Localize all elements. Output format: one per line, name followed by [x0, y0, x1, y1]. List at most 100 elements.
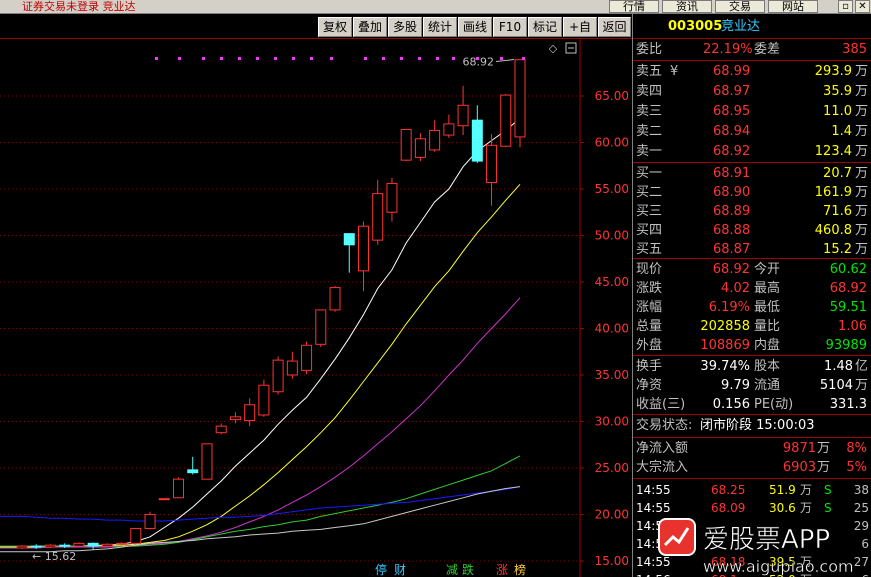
stat-value: 59.51: [829, 300, 867, 315]
stat-value: 60.62: [829, 262, 867, 277]
ask-volume: 293.9: [814, 64, 852, 79]
event-dot: [382, 57, 385, 60]
fundamental-unit: 亿: [854, 359, 868, 374]
candlestick-chart[interactable]: 65.00 60.00 55.00 50.00 45.00 40.00 35.00 30.00…: [0, 38, 632, 577]
mark-button[interactable]: 标记: [528, 17, 562, 37]
candle-body: [315, 309, 327, 345]
candle-body: [158, 498, 170, 501]
nav-website-button[interactable]: 网站: [768, 0, 818, 13]
candle: [258, 379, 270, 417]
ask-price: 68.92: [713, 144, 751, 159]
fundamental-value: 331.3: [829, 397, 867, 412]
stat-value: 68.92: [712, 262, 750, 277]
ask-volume: 123.4: [814, 144, 852, 159]
tick-volume: 51.9: [769, 483, 796, 497]
watermark-brand: 爱股票APP: [703, 525, 830, 555]
nav-news-button[interactable]: 资讯: [662, 0, 712, 13]
back-button[interactable]: 返回: [598, 17, 631, 37]
multi-stock-button[interactable]: 多股: [388, 17, 422, 37]
moving-average-line: [0, 183, 521, 548]
event-dot: [238, 57, 241, 60]
ask-volume-unit: 万: [854, 64, 868, 79]
bid-price: 68.90: [713, 185, 751, 200]
candle: [443, 114, 455, 138]
candle: [116, 542, 128, 546]
f10-button[interactable]: F10: [493, 17, 527, 37]
bid-volume: 161.9: [814, 185, 852, 200]
bid-price: 68.89: [713, 204, 751, 219]
nav-quotes-button[interactable]: 行情: [609, 0, 659, 13]
flow-percent: 5%: [846, 460, 867, 475]
event-marker: 榜: [514, 562, 526, 577]
y-tick-label: 50.00: [595, 229, 629, 243]
add-watchlist-button[interactable]: +自选: [563, 17, 597, 52]
candle: [500, 94, 512, 148]
y-tick-label: 35.00: [595, 368, 629, 382]
overlay-button[interactable]: 叠加: [353, 17, 387, 37]
restore-icon[interactable]: ▫: [838, 0, 853, 13]
draw-line-button[interactable]: 画线: [458, 17, 492, 37]
candle: [386, 177, 398, 222]
ask-row: 卖一 68.92 123.4 万: [633, 142, 871, 161]
event-dot: [436, 57, 439, 60]
ask-volume-unit: 万: [854, 84, 868, 99]
bid-label: 买五: [636, 242, 663, 257]
trade-state-label: 交易状态:: [636, 418, 693, 433]
fundamental-row: 净资 9.79 流通 5104 万: [633, 376, 871, 395]
fundamental-label: 股本: [754, 359, 781, 374]
flow-value: 9871: [782, 441, 816, 456]
candle-body: [372, 193, 384, 241]
bid-row: 买五 68.87 15.2 万: [633, 240, 871, 259]
stat-label: 涨幅: [636, 300, 663, 315]
order-ratio-row: 委比 22.19% 委差 385: [633, 40, 871, 59]
stat-value: 93989: [825, 338, 867, 353]
y-tick-label: 60.00: [595, 136, 629, 150]
candle-body: [286, 360, 298, 376]
ask-volume-unit: 万: [854, 144, 868, 159]
stat-label: 涨跌: [636, 281, 663, 296]
restore-rights-button[interactable]: 复权: [318, 17, 352, 37]
tick-row: 14:55 68.25 51.9 万 S 38: [633, 481, 871, 500]
candle-body: [73, 542, 85, 547]
capital-flow-row: 大宗流入 6903 万 5%: [633, 458, 871, 477]
chart-toolbar: 复权 叠加 多股 统计 画线 F10 标记 +自选 返回: [0, 16, 632, 52]
stat-row: 涨幅 6.19% 最低 59.51: [633, 298, 871, 317]
candle: [301, 341, 313, 375]
candle: [457, 85, 469, 136]
y-tick-label: 55.00: [595, 182, 629, 196]
stat-label: 量比: [754, 319, 781, 334]
moving-average-line: [0, 297, 521, 549]
stat-row: 总量 202858 量比 1.06: [633, 317, 871, 336]
bid-price: 68.91: [713, 166, 751, 181]
ask-volume: 11.0: [823, 104, 852, 119]
candle-body: [187, 469, 199, 474]
close-icon[interactable]: ✕: [855, 0, 870, 13]
bid-volume-unit: 万: [854, 166, 868, 181]
event-dot: [418, 57, 421, 60]
candle: [400, 128, 412, 162]
fundamental-unit: 万: [854, 378, 868, 393]
bid-label: 买三: [636, 204, 663, 219]
y-tick-label: 65.00: [595, 89, 629, 103]
ask-label: 卖一: [636, 144, 663, 159]
candle-body: [201, 443, 213, 480]
ask-price: 68.95: [713, 104, 751, 119]
stock-code: 003005: [668, 19, 723, 34]
tick-price: 68.25: [711, 483, 746, 497]
bid-price: 68.88: [713, 223, 751, 238]
candle-body: [486, 144, 498, 183]
y-tick-label: 30.00: [595, 415, 629, 429]
candle: [144, 511, 156, 530]
event-dot: [220, 57, 223, 60]
statistics-button[interactable]: 统计: [423, 17, 457, 37]
candle-body: [215, 425, 227, 434]
candle-body: [272, 359, 284, 393]
candle: [514, 59, 526, 148]
candle-body: [59, 544, 71, 547]
candle-body: [414, 138, 426, 158]
nav-trade-button[interactable]: 交易: [715, 0, 765, 13]
event-dot: [476, 57, 479, 60]
candle: [286, 351, 298, 379]
order-diff-label: 委差: [754, 42, 781, 57]
candle-body: [329, 287, 341, 311]
